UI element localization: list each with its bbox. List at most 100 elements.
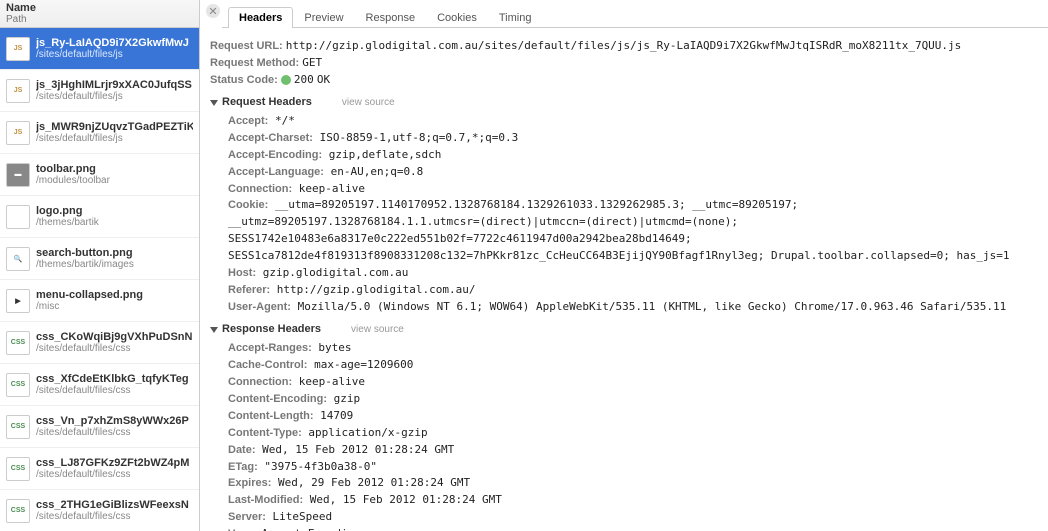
- list-item[interactable]: CSScss_LJ87GFKz9ZFt2bWZ4pM/sites/default…: [0, 448, 199, 490]
- header-row: Server: LiteSpeed: [228, 509, 1038, 526]
- item-name: css_Vn_p7xhZmS8yWWx26P: [36, 415, 189, 427]
- file-type-icon: JS: [6, 37, 30, 61]
- col-path: Path: [6, 14, 193, 25]
- header-value: bytes: [312, 341, 352, 354]
- item-name: logo.png: [36, 205, 99, 217]
- list-item[interactable]: JSjs_Ry-LaIAQD9i7X2GkwfMwJ/sites/default…: [0, 28, 199, 70]
- item-name: js_Ry-LaIAQD9i7X2GkwfMwJ: [36, 37, 189, 49]
- file-type-icon: CSS: [6, 415, 30, 439]
- tab-cookies[interactable]: Cookies: [426, 7, 488, 28]
- header-key: Expires:: [228, 477, 271, 489]
- header-row: Connection: keep-alive: [228, 181, 1038, 198]
- header-value: LiteSpeed: [266, 510, 332, 523]
- file-type-icon: ▶: [6, 289, 30, 313]
- header-key: Accept-Ranges:: [228, 342, 312, 354]
- header-value: gzip.glodigital.com.au: [256, 266, 408, 279]
- list-item[interactable]: 🔍search-button.png/themes/bartik/images: [0, 238, 199, 280]
- list-item[interactable]: CSScss_XfCdeEtKlbkG_tqfyKTeg/sites/defau…: [0, 364, 199, 406]
- file-type-icon: 🔍: [6, 247, 30, 271]
- header-key: Cookie:: [228, 199, 268, 211]
- item-name: js_MWR9njZUqvzTGadPEZTiK: [36, 121, 193, 133]
- response-headers-section[interactable]: Response Headers view source: [210, 322, 1038, 338]
- tab-headers[interactable]: Headers: [228, 7, 293, 28]
- header-row: Last-Modified: Wed, 15 Feb 2012 01:28:24…: [228, 492, 1038, 509]
- file-type-icon: CSS: [6, 457, 30, 481]
- header-row: Connection: keep-alive: [228, 374, 1038, 391]
- header-key: Accept-Encoding:: [228, 149, 322, 161]
- item-name: js_3jHghIMLrjr9xXAC0JufqSS: [36, 79, 192, 91]
- status-text: OK: [317, 73, 330, 86]
- file-type-icon: JS: [6, 79, 30, 103]
- col-name: Name: [6, 2, 193, 14]
- header-row: Date: Wed, 15 Feb 2012 01:28:24 GMT: [228, 442, 1038, 459]
- header-value: keep-alive: [292, 182, 365, 195]
- header-row: Cookie: __utma=89205197.1140170952.13287…: [228, 197, 1038, 265]
- tab-bar: HeadersPreviewResponseCookiesTiming: [222, 4, 1048, 28]
- header-value: en-AU,en;q=0.8: [324, 165, 423, 178]
- status-code: 200: [294, 73, 314, 86]
- header-key: Date:: [228, 444, 256, 456]
- list-item[interactable]: CSS css_Vn_p7xhZmS8yWWx26P/sites/default/…: [0, 406, 199, 448]
- header-row: Expires: Wed, 29 Feb 2012 01:28:24 GMT: [228, 475, 1038, 492]
- file-type-icon: CSS: [6, 499, 30, 523]
- tab-preview[interactable]: Preview: [293, 7, 354, 28]
- header-row: Host: gzip.glodigital.com.au: [228, 265, 1038, 282]
- item-path: /sites/default/files/css: [36, 427, 189, 438]
- header-value: Wed, 29 Feb 2012 01:28:24 GMT: [271, 476, 470, 489]
- tab-response[interactable]: Response: [355, 7, 427, 28]
- file-type-icon: JS: [6, 121, 30, 145]
- item-name: toolbar.png: [36, 163, 110, 175]
- list-item[interactable]: ▶menu-collapsed.png/misc: [0, 280, 199, 322]
- item-path: /modules/toolbar: [36, 175, 110, 186]
- main-panel: ✕ HeadersPreviewResponseCookiesTiming Re…: [200, 0, 1048, 531]
- list-item[interactable]: JSjs_3jHghIMLrjr9xXAC0JufqSS/sites/defau…: [0, 70, 199, 112]
- item-path: /sites/default/files/css: [36, 385, 189, 396]
- item-path: /themes/bartik: [36, 217, 99, 228]
- header-row: Cache-Control: max-age=1209600: [228, 357, 1038, 374]
- header-row: Accept-Charset: ISO-8859-1,utf-8;q=0.7,*…: [228, 130, 1038, 147]
- header-key: Server:: [228, 511, 266, 523]
- header-key: Accept-Charset:: [228, 132, 313, 144]
- file-type-icon: ▬: [6, 163, 30, 187]
- list-item[interactable]: CSScss_2THG1eGiBlizsWFeexsN/sites/defaul…: [0, 490, 199, 531]
- request-headers-title: Request Headers: [222, 95, 312, 111]
- file-type-icon: CSS: [6, 331, 30, 355]
- header-key: ETag:: [228, 461, 258, 473]
- header-row: Accept-Language: en-AU,en;q=0.8: [228, 164, 1038, 181]
- item-path: /sites/default/files/js: [36, 133, 193, 144]
- close-icon[interactable]: ✕: [206, 4, 220, 18]
- header-key: Content-Type:: [228, 427, 302, 439]
- header-key: Host:: [228, 267, 256, 279]
- request-headers-section[interactable]: Request Headers view source: [210, 95, 1038, 111]
- list-item[interactable]: ▬ toolbar.png/modules/toolbar: [0, 154, 199, 196]
- header-value: __utma=89205197.1140170952.1328768184.13…: [228, 198, 1009, 262]
- item-name: css_CKoWqiBj9gVXhPuDSnN: [36, 331, 192, 343]
- header-value: "3975-4f3b0a38-0": [258, 460, 377, 473]
- header-row: Vary: Accept-Encoding: [228, 526, 1038, 531]
- header-row: Accept: */*: [228, 113, 1038, 130]
- tab-timing[interactable]: Timing: [488, 7, 543, 28]
- list-item[interactable]: logo.png/themes/bartik: [0, 196, 199, 238]
- header-value: keep-alive: [292, 375, 365, 388]
- item-path: /sites/default/files/css: [36, 511, 189, 522]
- item-path: /sites/default/files/css: [36, 469, 189, 480]
- list-item[interactable]: JS js_MWR9njZUqvzTGadPEZTiK/sites/default…: [0, 112, 199, 154]
- header-value: gzip,deflate,sdch: [322, 148, 441, 161]
- header-key: Accept-Language:: [228, 166, 324, 178]
- header-value: Mozilla/5.0 (Windows NT 6.1; WOW64) Appl…: [291, 300, 1006, 313]
- headers-content: Request URL: http://gzip.glodigital.com.…: [200, 32, 1048, 531]
- url-label: Request URL:: [210, 40, 283, 52]
- method-value: GET: [302, 56, 322, 69]
- header-key: Connection:: [228, 376, 292, 388]
- header-value: 14709: [314, 409, 354, 422]
- header-row: Content-Encoding: gzip: [228, 391, 1038, 408]
- view-source-link[interactable]: view source: [351, 323, 404, 338]
- header-key: User-Agent:: [228, 301, 291, 313]
- header-key: Content-Length:: [228, 410, 314, 422]
- request-headers-list: Accept: */*Accept-Charset: ISO-8859-1,ut…: [210, 113, 1038, 316]
- sidebar-header[interactable]: Name Path: [0, 0, 199, 28]
- header-value: Wed, 15 Feb 2012 01:28:24 GMT: [303, 493, 502, 506]
- item-path: /sites/default/files/css: [36, 343, 192, 354]
- list-item[interactable]: CSS css_CKoWqiBj9gVXhPuDSnN/sites/default…: [0, 322, 199, 364]
- view-source-link[interactable]: view source: [342, 96, 395, 111]
